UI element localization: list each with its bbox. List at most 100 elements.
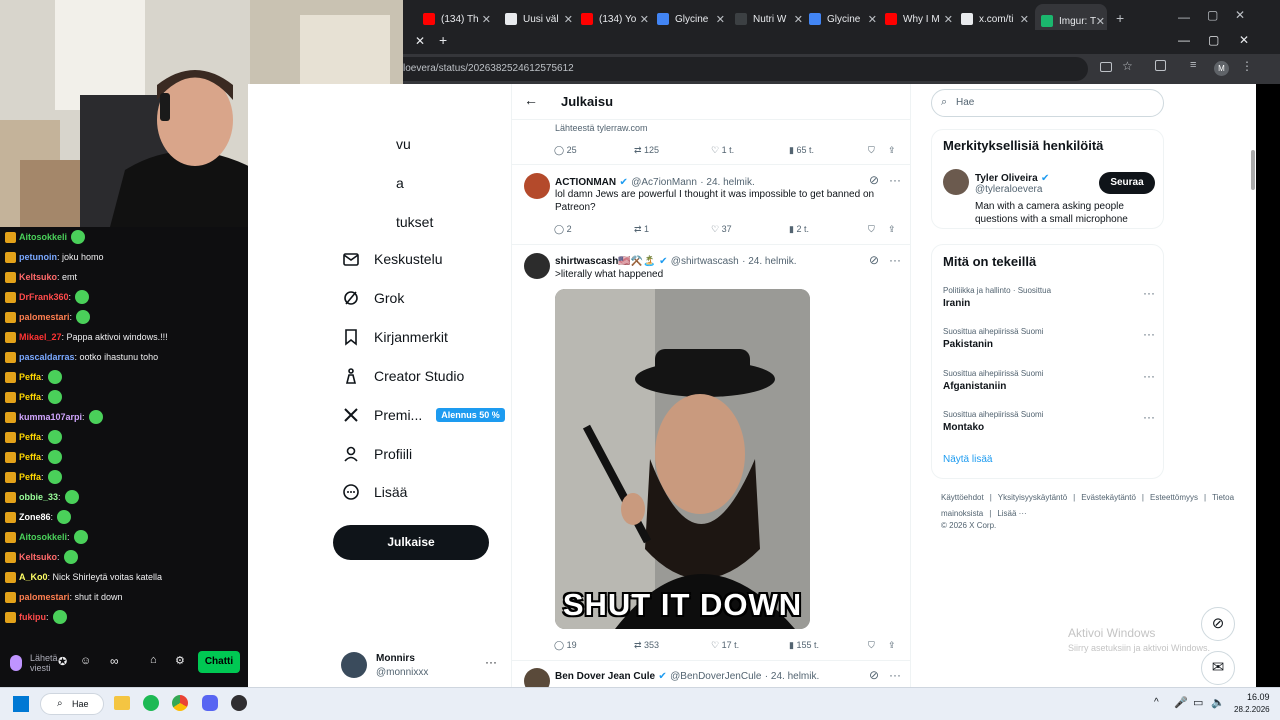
- footer-link[interactable]: Evästekäytäntö: [1081, 493, 1136, 502]
- grok-explain-icon[interactable]: ⊘: [869, 668, 879, 682]
- reply-button[interactable]: ◯ 2: [554, 224, 572, 235]
- person-avatar[interactable]: [943, 169, 969, 195]
- tab-close-icon[interactable]: ✕: [564, 13, 573, 26]
- close-icon[interactable]: ✕: [1239, 33, 1249, 47]
- messages-floating-button[interactable]: ✉: [1201, 651, 1235, 685]
- url-field[interactable]: loevera/status/2026382524612575612: [403, 57, 1088, 81]
- nav-item-profile[interactable]: Profiili: [342, 439, 412, 469]
- store-icon[interactable]: ⌂: [150, 654, 157, 666]
- search-input[interactable]: ⌕ Hae: [931, 89, 1164, 117]
- post-author-name[interactable]: Ben Dover Jean Cule: [555, 671, 655, 682]
- post-date[interactable]: · 24. helmik.: [700, 177, 754, 188]
- post-author-avatar[interactable]: [524, 668, 550, 687]
- chat-input[interactable]: Lähetä viesti: [30, 653, 60, 673]
- trend-item[interactable]: Suosittua aihepiirissä Suomi Afganistanii…: [943, 369, 1155, 392]
- browser-tab[interactable]: Glycine ✕: [809, 8, 879, 30]
- chat-username[interactable]: Peffa: [19, 452, 41, 462]
- link-source[interactable]: Lähteestä tylerraw.com: [555, 123, 648, 133]
- post-author-avatar[interactable]: [524, 253, 550, 279]
- nav-item-premium[interactable]: Premi... Alennus 50 %: [342, 400, 505, 430]
- grok-floating-button[interactable]: ⊘: [1201, 607, 1235, 641]
- account-more-icon[interactable]: ···: [485, 655, 497, 669]
- bookmark-post-icon[interactable]: ⛉: [868, 145, 875, 156]
- reply-button[interactable]: ◯ 25: [554, 145, 577, 156]
- obs-icon[interactable]: [231, 695, 247, 711]
- footer-link[interactable]: Lisää ···: [997, 509, 1026, 518]
- post-more-icon[interactable]: ···: [889, 173, 901, 187]
- bookmark-post-icon[interactable]: ⛉: [868, 640, 875, 651]
- chat-username[interactable]: palomestari: [19, 312, 70, 322]
- new-tab-plus-icon[interactable]: +: [439, 32, 447, 48]
- nav-item-creator-studio[interactable]: Creator Studio: [342, 361, 464, 391]
- chat-username[interactable]: Peffa: [19, 392, 41, 402]
- trend-more-icon[interactable]: ···: [1143, 286, 1155, 300]
- chat-send-button[interactable]: Chatti: [198, 651, 240, 673]
- chat-username[interactable]: Mikael_27: [19, 332, 62, 342]
- post-date[interactable]: · 24. helmik.: [742, 256, 796, 267]
- tab-close-icon[interactable]: ✕: [1096, 15, 1105, 28]
- trend-more-icon[interactable]: ···: [1143, 327, 1155, 341]
- discord-icon[interactable]: [202, 695, 218, 711]
- extensions-icon[interactable]: [1155, 60, 1166, 71]
- chat-username[interactable]: Aitosokkeli: [19, 532, 67, 542]
- back-arrow-icon[interactable]: ←: [524, 92, 538, 108]
- repost-button[interactable]: ⇄ 1: [634, 224, 649, 235]
- like-button[interactable]: ♡ 1 t.: [711, 145, 734, 156]
- post-author-avatar[interactable]: [524, 173, 550, 199]
- tab-close-icon[interactable]: ✕: [640, 13, 649, 26]
- grok-explain-icon[interactable]: ⊘: [869, 173, 879, 187]
- repost-button[interactable]: ⇄ 125: [634, 145, 659, 156]
- chat-username[interactable]: Peffa: [19, 472, 41, 482]
- grok-explain-icon[interactable]: ⊘: [869, 253, 879, 267]
- chat-username[interactable]: Keltsuko: [19, 272, 57, 282]
- chat-username[interactable]: Aitosokkeli: [19, 232, 67, 242]
- share-icon[interactable]: ⇪: [888, 640, 896, 651]
- post-author-name[interactable]: ACTIONMAN: [555, 177, 616, 188]
- tab-close-icon[interactable]: ✕: [944, 13, 953, 26]
- browser-tab[interactable]: Why I M ✕: [885, 8, 955, 30]
- start-button[interactable]: [13, 696, 29, 712]
- tab-close-icon[interactable]: ✕: [1020, 13, 1029, 26]
- browser-tab[interactable]: x.com/ti ✕: [961, 8, 1031, 30]
- restore-icon[interactable]: ▢: [1208, 33, 1219, 47]
- chat-username[interactable]: Peffa: [19, 432, 41, 442]
- close-tab-icon[interactable]: ✕: [415, 34, 425, 48]
- post-author-handle[interactable]: @BenDoverJenCule: [670, 671, 761, 682]
- browser-tab[interactable]: Glycine ✕: [657, 8, 727, 30]
- tab-close-icon[interactable]: ✕: [716, 13, 725, 26]
- minimize-window-button[interactable]: —: [1178, 10, 1190, 24]
- clock-date[interactable]: 28.2.2026: [1234, 705, 1270, 714]
- trend-more-icon[interactable]: ···: [1143, 410, 1155, 424]
- chat-username[interactable]: petunoin: [19, 252, 57, 262]
- browser-tab[interactable]: (134) Th ✕: [423, 8, 493, 30]
- chat-username[interactable]: Keltsuko: [19, 552, 57, 562]
- chat-username[interactable]: palomestari: [19, 592, 70, 602]
- share-icon[interactable]: ⇪: [888, 224, 896, 235]
- chat-username[interactable]: DrFrank360: [19, 292, 69, 302]
- chat-username[interactable]: pascaldarras: [19, 352, 75, 362]
- maximize-window-button[interactable]: ▢: [1207, 8, 1218, 22]
- trend-more-icon[interactable]: ···: [1143, 369, 1155, 383]
- chat-username[interactable]: Zone86: [19, 512, 51, 522]
- microphone-icon[interactable]: [10, 655, 22, 671]
- volume-icon[interactable]: 🔈: [1211, 696, 1225, 709]
- follow-button[interactable]: Seuraa: [1099, 172, 1155, 194]
- post-more-icon[interactable]: ···: [889, 253, 901, 267]
- reply-button[interactable]: ◯ 19: [554, 640, 577, 651]
- browser-tab[interactable]: (134) Yo ✕: [581, 8, 651, 30]
- new-tab-button[interactable]: +: [1116, 10, 1124, 26]
- nav-item-messages[interactable]: Keskustelu: [342, 244, 442, 274]
- show-hidden-icons[interactable]: ^: [1154, 697, 1159, 708]
- nav-item-bookmarks[interactable]: Kirjanmerkit: [342, 322, 448, 352]
- mic-tray-icon[interactable]: 🎤: [1174, 696, 1188, 709]
- post-author-handle[interactable]: @Ac7ionMann: [631, 177, 697, 188]
- bookmark-star-icon[interactable]: ☆: [1122, 59, 1133, 73]
- tab-close-icon[interactable]: ✕: [794, 13, 803, 26]
- post-button[interactable]: Julkaise: [333, 525, 489, 560]
- file-explorer-icon[interactable]: [114, 696, 130, 710]
- chrome-icon[interactable]: [172, 695, 188, 711]
- chat-username[interactable]: Peffa: [19, 372, 41, 382]
- browser-tab[interactable]: Nutri W ✕: [735, 8, 805, 30]
- views-button[interactable]: ▮ 65 t.: [789, 145, 814, 156]
- repost-button[interactable]: ⇄ 353: [634, 640, 659, 651]
